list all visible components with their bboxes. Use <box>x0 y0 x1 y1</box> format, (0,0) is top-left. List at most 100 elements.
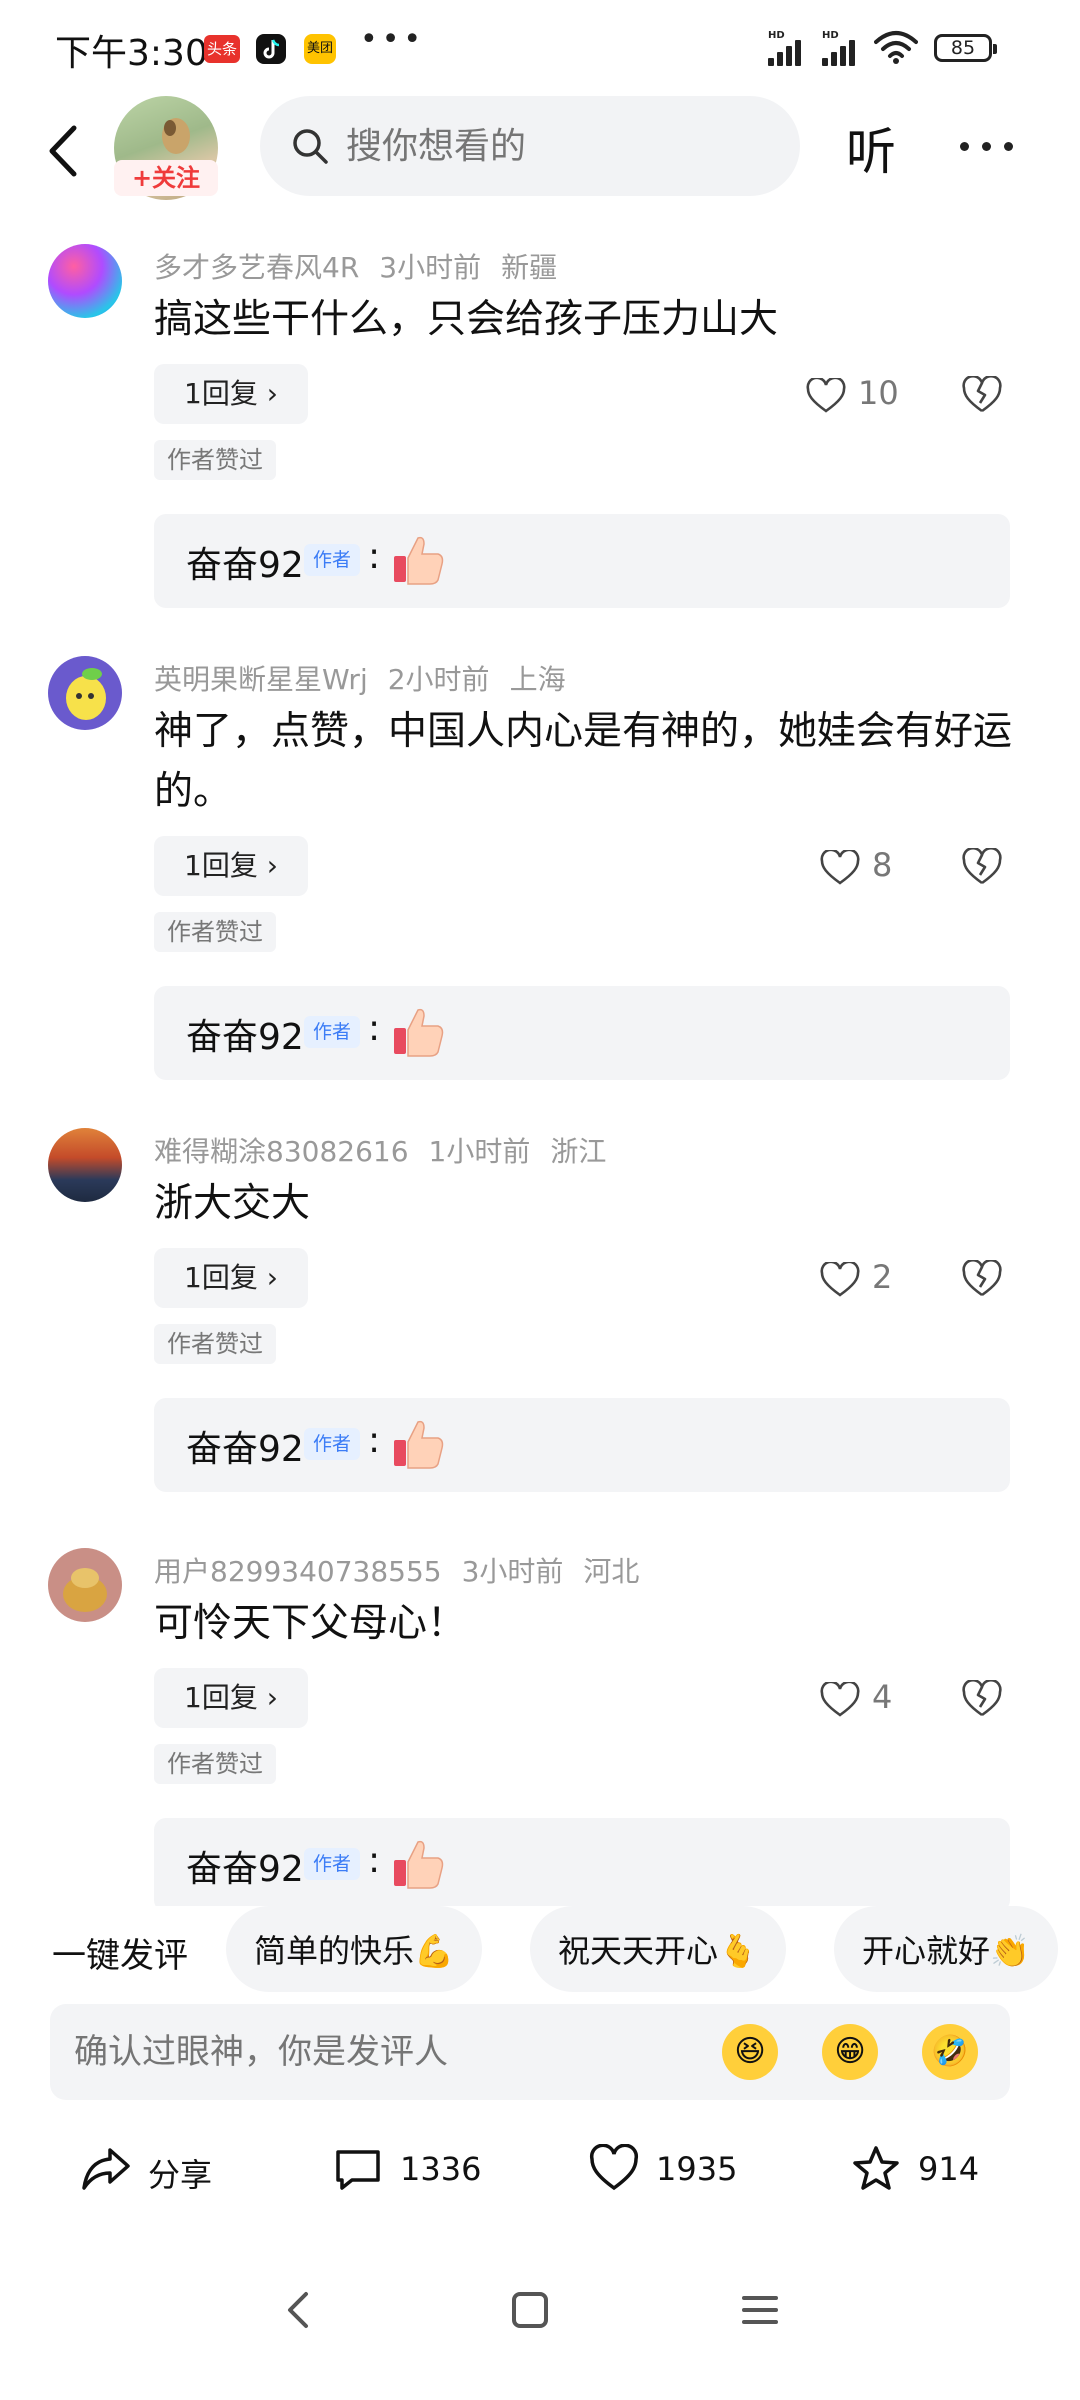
like-article-button[interactable]: 1935 <box>588 2140 758 2200</box>
nav-back-icon[interactable] <box>270 2280 330 2340</box>
commenter-avatar[interactable] <box>48 244 122 318</box>
commenter-avatar[interactable] <box>48 1548 122 1622</box>
signal-icon-2: HD <box>822 30 866 66</box>
commenter-name[interactable]: 英明果断星星Wrj <box>154 663 368 696</box>
author-reply-colon: : <box>368 1840 381 1881</box>
broken-heart-icon[interactable] <box>962 848 1002 886</box>
nav-menu-icon[interactable] <box>730 2280 790 2340</box>
author-reply-colon: : <box>368 1420 381 1461</box>
quick-chip[interactable]: 祝天天开心🫰 <box>530 1906 786 1992</box>
comment-meta: 多才多艺春风4R 3小时前 新疆 <box>154 246 577 286</box>
quick-comment-label: 一键发评 <box>52 1936 188 1976</box>
like-count: 8 <box>872 846 893 884</box>
author-reply-name: 奋奋92 <box>186 545 304 586</box>
author-reply-name: 奋奋92 <box>186 1429 304 1470</box>
reply-count-button[interactable]: 1回复 › <box>154 1668 308 1728</box>
like-button[interactable]: 10 <box>806 364 916 424</box>
comment-text: 搞这些干什么，只会给孩子压力山大 <box>154 297 779 342</box>
comment-meta: 英明果断星星Wrj 2小时前 上海 <box>154 658 586 698</box>
author-reply-colon: : <box>368 536 381 577</box>
reply-count-button[interactable]: 1回复 › <box>154 836 308 896</box>
comment-input-box[interactable]: 😆 😁 🤣 <box>50 2004 1010 2100</box>
comment-location: 浙江 <box>550 1135 607 1168</box>
system-nav-bar <box>0 2240 1080 2380</box>
thumbs-up-icon <box>394 1008 444 1057</box>
broken-heart-icon[interactable] <box>962 376 1002 414</box>
comment-meta: 难得糊涂83082616 1小时前 浙江 <box>154 1130 626 1170</box>
battery-indicator: 85 <box>934 34 997 62</box>
comment-time: 3小时前 <box>379 251 482 284</box>
comment-page: 下午3:30 头条 美团 ••• HD HD 85 +关注 搜你想看的 听 多才… <box>0 0 1080 2400</box>
comment-time: 1小时前 <box>428 1135 531 1168</box>
wifi-icon <box>874 31 918 64</box>
quick-chip[interactable]: 简单的快乐💪 <box>226 1906 482 1992</box>
author-tag: 作者 <box>304 1016 360 1048</box>
heart-icon <box>820 850 860 885</box>
like-count: 10 <box>858 374 899 412</box>
comment-input[interactable] <box>74 2004 734 2100</box>
commenter-avatar[interactable] <box>48 1128 122 1202</box>
reply-count-button[interactable]: 1回复 › <box>154 1248 308 1308</box>
heart-icon <box>820 1262 860 1297</box>
author-liked-tag: 作者赞过 <box>154 912 276 952</box>
comment-text: 浙大交大 <box>154 1181 311 1226</box>
author-reply-preview[interactable]: 奋奋92 作者 : <box>154 986 1010 1080</box>
search-input[interactable] <box>346 96 776 196</box>
like-button[interactable]: 2 <box>820 1248 930 1308</box>
heart-icon <box>820 1682 860 1717</box>
comment-item: 英明果断星星Wrj 2小时前 上海 神了，点赞，中国人内心是有神的，她娃会有好运的。… <box>0 656 1080 1096</box>
commenter-name[interactable]: 用户8299340738555 <box>154 1555 442 1588</box>
author-reply-preview[interactable]: 奋奋92 作者 : <box>154 514 1010 608</box>
commenter-avatar[interactable] <box>48 656 122 730</box>
author-tag: 作者 <box>304 1428 360 1460</box>
author-reply-preview[interactable]: 奋奋92 作者 : <box>154 1818 1010 1912</box>
author-reply-name: 奋奋92 <box>186 1849 304 1890</box>
listen-button[interactable]: 听 <box>846 112 896 184</box>
favorite-count: 914 <box>918 2150 980 2188</box>
follow-button[interactable]: +关注 <box>114 160 218 196</box>
status-time: 下午3:30 <box>55 33 208 74</box>
comment-location: 新疆 <box>501 251 558 284</box>
comment-text: 可怜天下父母心！ <box>154 1601 467 1646</box>
thumbs-up-icon <box>394 1420 444 1469</box>
author-reply-preview[interactable]: 奋奋92 作者 : <box>154 1398 1010 1492</box>
laughing-emoji-icon[interactable]: 😆 <box>722 2024 778 2080</box>
author-liked-tag: 作者赞过 <box>154 1324 276 1364</box>
broken-heart-icon[interactable] <box>962 1260 1002 1298</box>
thumbs-up-icon <box>394 536 444 585</box>
quick-chip[interactable]: 开心就好👏 <box>834 1906 1058 1992</box>
like-button[interactable]: 8 <box>820 836 930 896</box>
comment-icon <box>336 2150 380 2190</box>
reply-count-button[interactable]: 1回复 › <box>154 364 308 424</box>
back-arrow-icon[interactable] <box>40 116 90 186</box>
quick-comment-bar: 一键发评 简单的快乐💪 祝天天开心🫰 开心就好👏 <box>0 1906 1080 1996</box>
comment-location: 河北 <box>583 1555 640 1588</box>
nav-home-icon[interactable] <box>500 2280 560 2340</box>
status-bar: 下午3:30 头条 美团 ••• HD HD 85 <box>0 0 1080 96</box>
status-more-dots: ••• <box>360 22 426 57</box>
comment-item: 多才多艺春风4R 3小时前 新疆 搞这些干什么，只会给孩子压力山大 1回复 › 10… <box>0 244 1080 624</box>
grinning-emoji-icon[interactable]: 😁 <box>822 2024 878 2080</box>
rofl-emoji-icon[interactable]: 🤣 <box>922 2024 978 2080</box>
author-liked-tag: 作者赞过 <box>154 440 276 480</box>
header: +关注 听 <box>0 96 1080 206</box>
share-button[interactable]: 分享 <box>80 2140 250 2200</box>
meituan-app-icon: 美团 <box>304 34 336 64</box>
author-reply-colon: : <box>368 1008 381 1049</box>
like-button[interactable]: 4 <box>820 1668 930 1728</box>
comments-button[interactable]: 1336 <box>332 2140 502 2200</box>
like-count: 4 <box>872 1678 893 1716</box>
broken-heart-icon[interactable] <box>962 1680 1002 1718</box>
author-tag: 作者 <box>304 1848 360 1880</box>
heart-icon <box>589 2144 639 2191</box>
commenter-name[interactable]: 难得糊涂83082616 <box>154 1135 409 1168</box>
more-options-icon[interactable] <box>958 136 1018 156</box>
comment-item: 用户8299340738555 3小时前 河北 可怜天下父母心！ 1回复 › 4 作… <box>0 1548 1080 1928</box>
commenter-name[interactable]: 多才多艺春风4R <box>154 251 359 284</box>
comment-text: 神了，点赞，中国人内心是有神的，她娃会有好运的。 <box>154 709 1013 814</box>
author-tag: 作者 <box>304 544 360 576</box>
share-icon <box>82 2148 130 2190</box>
search-box[interactable] <box>260 96 800 196</box>
favorite-button[interactable]: 914 <box>850 2140 1000 2200</box>
bottom-action-bar: 分享 1336 1935 914 <box>0 2120 1080 2220</box>
